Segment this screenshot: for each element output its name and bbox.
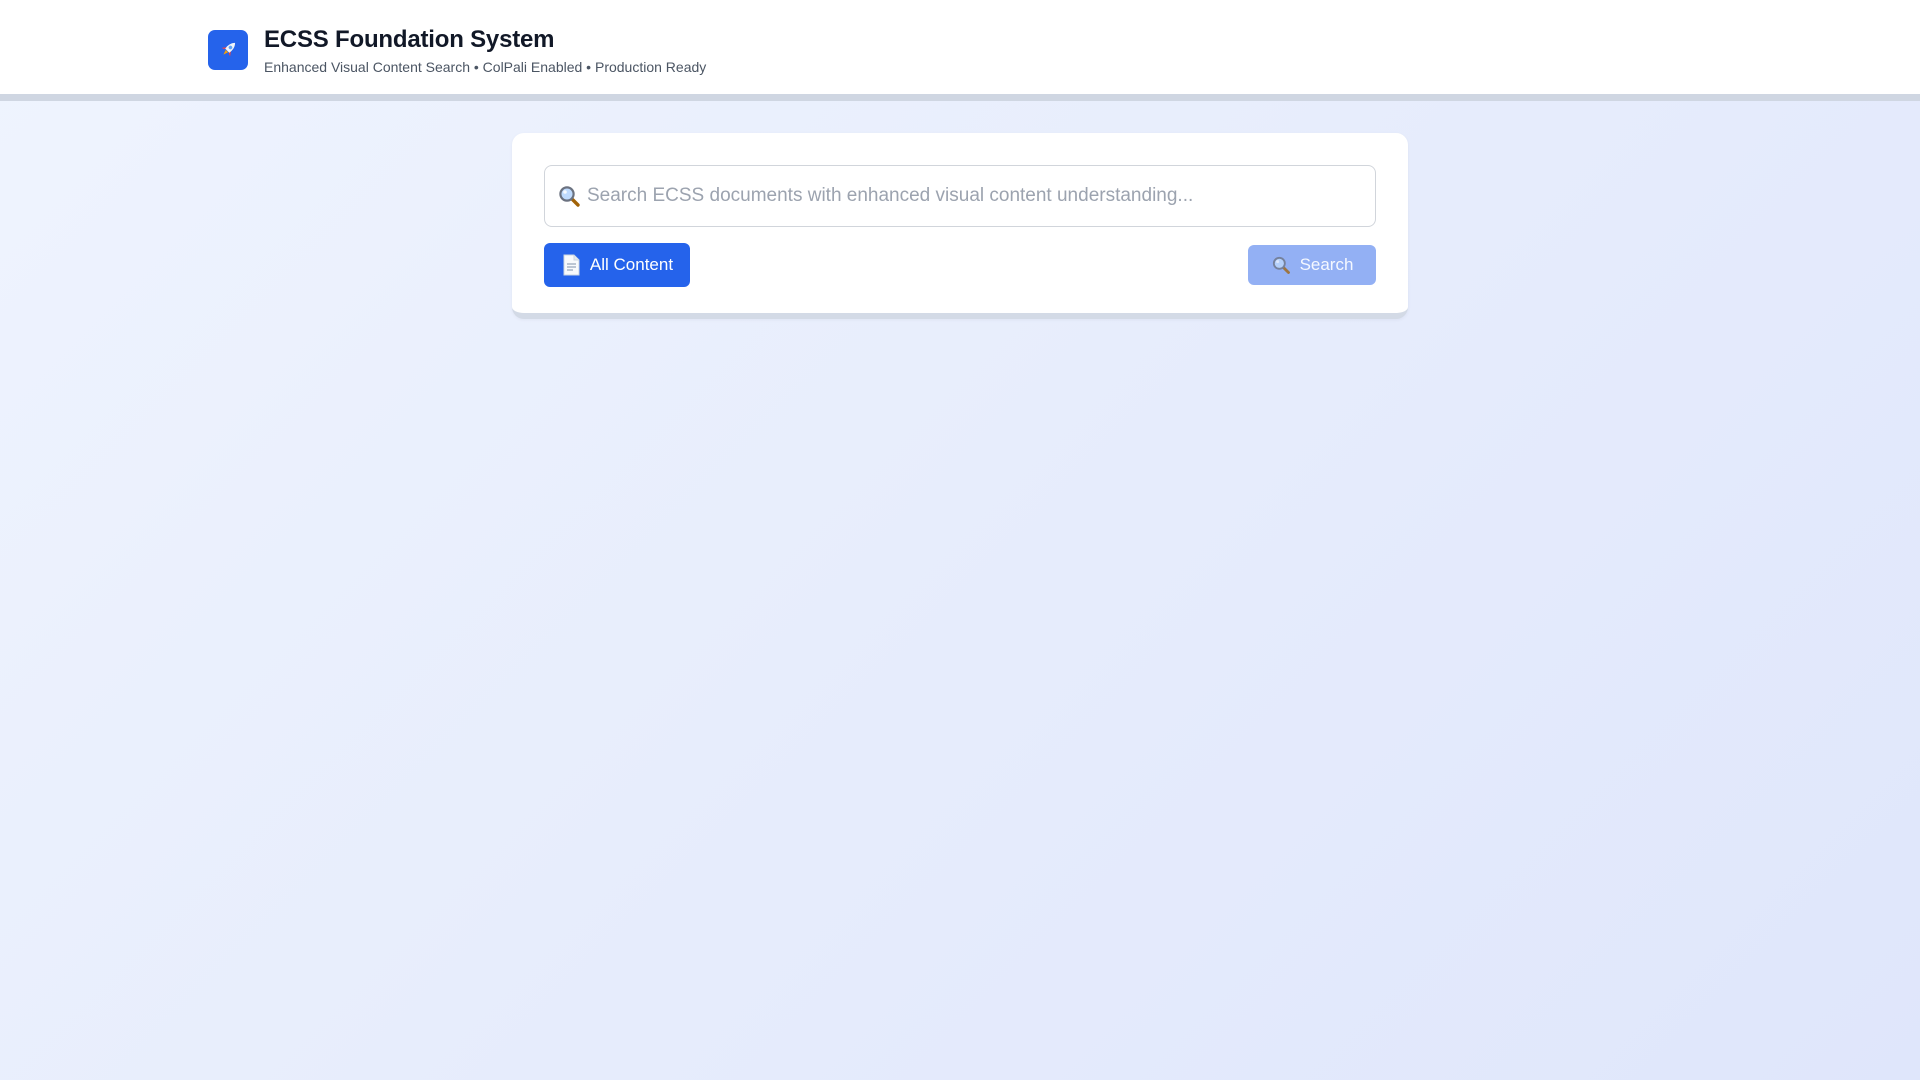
content-filter-label: All Content (589, 255, 674, 274)
top-header: ECSS Foundation System Enhanced Visual C… (0, 0, 1920, 101)
magnifier-icon (1271, 255, 1291, 275)
search-field[interactable] (544, 165, 1376, 227)
search-button[interactable]: Search (1248, 245, 1376, 285)
brand-text: ECSS Foundation System Enhanced Visual C… (264, 26, 706, 75)
brand: ECSS Foundation System Enhanced Visual C… (208, 26, 706, 75)
content-filter-button[interactable]: All Content (544, 243, 690, 287)
magnifier-icon (557, 184, 581, 208)
app-subtitle: Enhanced Visual Content Search • ColPali… (264, 59, 707, 75)
app-title: ECSS Foundation System (264, 26, 555, 53)
search-input[interactable] (587, 185, 1367, 207)
rocket-icon (208, 30, 248, 70)
document-icon (561, 254, 581, 276)
search-button-label: Search (1299, 255, 1354, 274)
search-panel: All Content Search (512, 133, 1408, 319)
